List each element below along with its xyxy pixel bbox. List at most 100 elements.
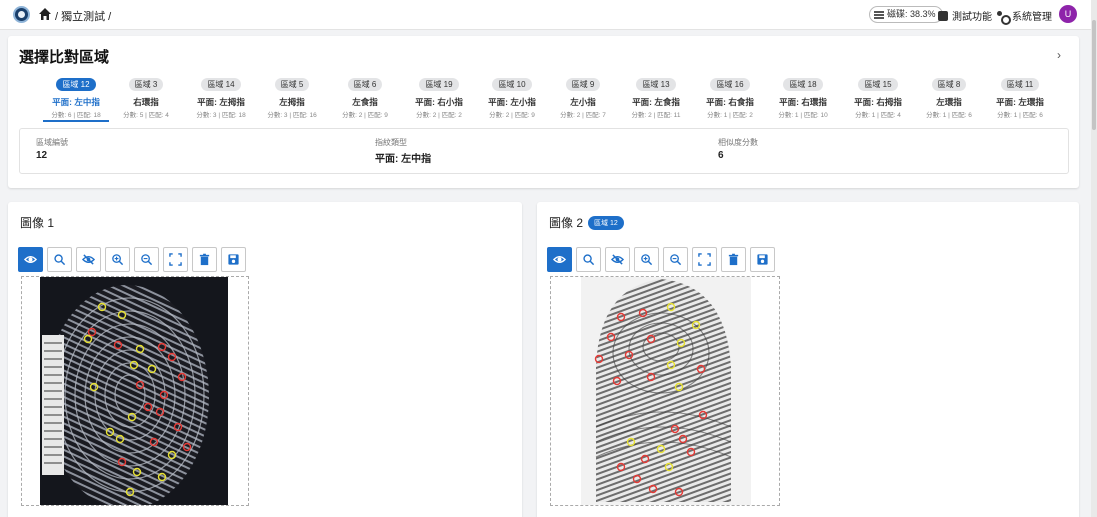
save-button[interactable] <box>750 247 775 272</box>
zoom-in-button[interactable] <box>634 247 659 272</box>
region-tab-score: 分數: 1 | 匹配: 2 <box>707 112 753 119</box>
eye-off-button[interactable] <box>76 247 101 272</box>
info-region-no: 區域編號 12 <box>36 137 68 161</box>
region-tab-label: 平面: 左食指 <box>632 97 680 107</box>
region-tab[interactable]: 區域 19 平面: 右小指 分數: 2 | 匹配: 2 <box>404 74 474 122</box>
eye-icon <box>553 256 566 263</box>
region-tab-badge: 區域 3 <box>128 78 164 91</box>
region-tab-score: 分數: 1 | 匹配: 6 <box>997 112 1043 119</box>
region-tab-score: 分數: 6 | 匹配: 18 <box>51 112 101 119</box>
region-tab[interactable]: 區域 15 平面: 右拇指 分數: 1 | 匹配: 4 <box>843 74 913 122</box>
breadcrumb[interactable]: / 獨立測試 / <box>55 8 111 24</box>
home-icon[interactable] <box>38 7 52 21</box>
region-tab-badge: 區域 16 <box>710 78 750 91</box>
nav-test-functions[interactable]: 測試功能 <box>938 8 992 23</box>
storage-icon <box>874 10 884 19</box>
nav-system-admin[interactable]: 系統管理 <box>997 8 1052 25</box>
region-tab[interactable]: 區域 10 平面: 左小指 分數: 2 | 匹配: 9 <box>477 74 547 122</box>
nav-test-functions-label: 測試功能 <box>952 12 992 23</box>
region-tab-label: 平面: 左小指 <box>488 97 536 107</box>
eye-off-button[interactable] <box>605 247 630 272</box>
image2-region-badge: 區域 12 <box>588 215 624 230</box>
image1-canvas[interactable] <box>21 276 249 506</box>
tabs-next-arrow-icon[interactable]: › <box>1057 48 1061 62</box>
zoom-in-icon <box>112 254 124 266</box>
region-tab-score: 分數: 2 | 匹配: 2 <box>416 112 462 119</box>
nav-system-admin-label: 系統管理 <box>1012 12 1052 23</box>
storage-usage-chip[interactable]: 磁碟: 38.3% <box>869 6 943 23</box>
eye-off-icon <box>611 254 624 265</box>
similarity-label: 相似度分數 <box>718 138 758 147</box>
app-logo[interactable] <box>13 6 30 23</box>
region-tab[interactable]: 區域 13 平面: 左食指 分數: 2 | 匹配: 11 <box>621 74 691 122</box>
search-button[interactable] <box>576 247 601 272</box>
region-tab[interactable]: 區域 18 平面: 右環指 分數: 1 | 匹配: 10 <box>768 74 838 122</box>
region-tab-badge: 區域 14 <box>201 78 241 91</box>
save-icon <box>228 254 239 265</box>
region-tab-badge: 區域 5 <box>274 78 310 91</box>
region-tab-score: 分數: 2 | 匹配: 7 <box>560 112 606 119</box>
finger-type-value: 平面: 左中指 <box>375 154 432 165</box>
search-button[interactable] <box>47 247 72 272</box>
zoom-out-button[interactable] <box>663 247 688 272</box>
section-title: 選擇比對區域 <box>19 49 110 66</box>
fit-screen-button[interactable] <box>163 247 188 272</box>
image1-panel: 圖像 1 <box>8 202 522 517</box>
top-bar: / 獨立測試 / 磁碟: 38.3% 測試功能 系統管理 U <box>0 0 1097 30</box>
region-tab-score: 分數: 3 | 匹配: 16 <box>267 112 317 119</box>
region-tab-label: 平面: 右環指 <box>779 97 827 107</box>
eye-button[interactable] <box>547 247 572 272</box>
region-tab-label: 左拇指 <box>279 97 305 107</box>
region-tabs: 區域 12 平面: 左中指 分數: 6 | 匹配: 18 區域 3 右環指 分數: 5 |… <box>8 74 1079 124</box>
region-tab[interactable]: 區域 11 平面: 左環指 分數: 1 | 匹配: 6 <box>985 74 1055 122</box>
delete-icon <box>728 253 739 266</box>
region-tab-score: 分數: 2 | 匹配: 9 <box>489 112 535 119</box>
finger-type-label: 指紋類型 <box>375 138 407 147</box>
region-tab[interactable]: 區域 16 平面: 右食指 分數: 1 | 匹配: 2 <box>695 74 765 122</box>
image1-toolbar <box>18 247 246 272</box>
delete-button[interactable] <box>721 247 746 272</box>
delete-button[interactable] <box>192 247 217 272</box>
region-tab[interactable]: 區域 3 右環指 分數: 5 | 匹配: 4 <box>111 74 181 122</box>
save-button[interactable] <box>221 247 246 272</box>
eye-button[interactable] <box>18 247 43 272</box>
region-tab-score: 分數: 3 | 匹配: 18 <box>196 112 246 119</box>
similarity-value: 6 <box>718 150 724 161</box>
zoom-out-button[interactable] <box>134 247 159 272</box>
image2-canvas[interactable] <box>550 276 780 506</box>
region-tab-badge: 區域 9 <box>565 78 601 91</box>
region-tab[interactable]: 區域 8 左環指 分數: 1 | 匹配: 6 <box>914 74 984 122</box>
region-tab-badge: 區域 13 <box>636 78 676 91</box>
region-tab-label: 平面: 右拇指 <box>854 97 902 107</box>
region-tab-label: 平面: 右小指 <box>415 97 463 107</box>
page-scrollbar[interactable] <box>1091 0 1097 517</box>
fingerprint-image-2 <box>551 277 779 505</box>
region-selection-card: 選擇比對區域 區域 12 平面: 左中指 分數: 6 | 匹配: 18 區域 3 右環指… <box>8 36 1079 188</box>
save-icon <box>757 254 768 265</box>
region-tab-score: 分數: 1 | 匹配: 4 <box>855 112 901 119</box>
zoom-in-icon <box>641 254 653 266</box>
eye-icon <box>24 256 37 263</box>
region-tab-label: 平面: 左中指 <box>52 97 100 107</box>
region-tab-badge: 區域 12 <box>56 78 96 91</box>
avatar[interactable]: U <box>1059 5 1077 23</box>
region-tab[interactable]: 區域 12 平面: 左中指 分數: 6 | 匹配: 18 <box>41 74 111 122</box>
region-tab-label: 平面: 左環指 <box>996 97 1044 107</box>
fit-screen-button[interactable] <box>692 247 717 272</box>
region-tab-badge: 區域 6 <box>347 78 383 91</box>
zoom-in-button[interactable] <box>105 247 130 272</box>
test-functions-icon <box>938 10 948 21</box>
zoom-out-icon <box>670 254 682 266</box>
storage-label: 磁碟: 38.3% <box>887 9 936 19</box>
region-tab[interactable]: 區域 9 左小指 分數: 2 | 匹配: 7 <box>548 74 618 122</box>
region-tab[interactable]: 區域 5 左拇指分數: 3 | 匹配: 16 <box>257 74 327 122</box>
users-admin-icon <box>997 10 1011 25</box>
search-icon <box>583 254 595 266</box>
region-tab[interactable]: 區域 14 平面: 左拇指 分數: 3 | 匹配: 18 <box>186 74 256 122</box>
region-tab-badge: 區域 18 <box>783 78 823 91</box>
region-info-box: 區域編號 12 指紋類型 平面: 左中指 相似度分數 6 <box>19 128 1069 174</box>
fit-screen-icon <box>169 253 182 266</box>
region-no-label: 區域編號 <box>36 138 68 147</box>
eye-off-icon <box>82 254 95 265</box>
region-tab[interactable]: 區域 6 左食指 分數: 2 | 匹配: 9 <box>330 74 400 122</box>
